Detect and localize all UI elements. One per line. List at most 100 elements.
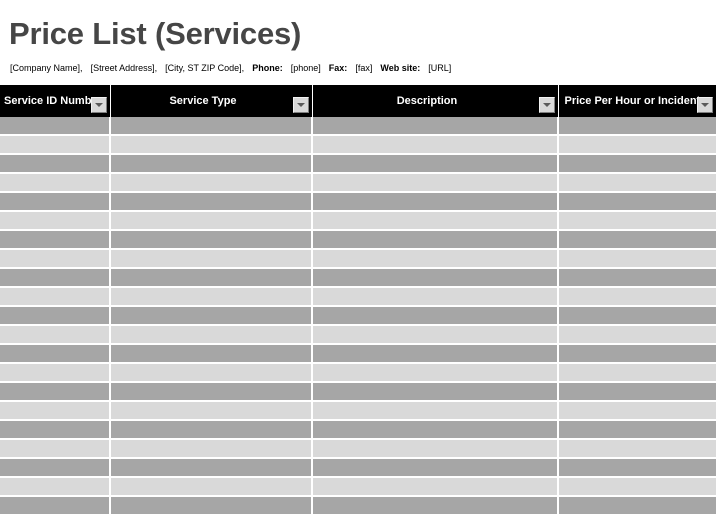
table-cell[interactable] bbox=[558, 401, 716, 421]
table-cell[interactable] bbox=[558, 230, 716, 250]
table-row[interactable] bbox=[0, 192, 716, 212]
table-cell[interactable] bbox=[0, 287, 111, 307]
table-row[interactable] bbox=[0, 420, 716, 440]
column-header-price[interactable]: Price Per Hour or Incident bbox=[558, 85, 716, 117]
table-cell[interactable] bbox=[312, 135, 559, 155]
chevron-down-icon-price[interactable] bbox=[697, 97, 713, 113]
table-cell[interactable] bbox=[110, 135, 313, 155]
table-cell[interactable] bbox=[312, 325, 559, 345]
chevron-down-icon-service-id[interactable] bbox=[90, 97, 107, 113]
table-cell[interactable] bbox=[110, 230, 313, 250]
table-cell[interactable] bbox=[558, 458, 716, 478]
table-cell[interactable] bbox=[110, 420, 313, 440]
table-row[interactable] bbox=[0, 458, 716, 478]
table-row[interactable] bbox=[0, 211, 716, 231]
table-cell[interactable] bbox=[558, 287, 716, 307]
table-cell[interactable] bbox=[312, 420, 559, 440]
column-header-service-id[interactable]: Service ID Number bbox=[0, 85, 111, 117]
table-cell[interactable] bbox=[558, 192, 716, 212]
table-cell[interactable] bbox=[558, 211, 716, 231]
table-cell[interactable] bbox=[110, 477, 313, 497]
table-row[interactable] bbox=[0, 117, 716, 136]
table-cell[interactable] bbox=[312, 496, 559, 516]
table-row[interactable] bbox=[0, 230, 716, 250]
table-cell[interactable] bbox=[558, 363, 716, 383]
table-cell[interactable] bbox=[558, 135, 716, 155]
table-cell[interactable] bbox=[0, 458, 111, 478]
table-cell[interactable] bbox=[0, 420, 111, 440]
table-cell[interactable] bbox=[312, 344, 559, 364]
table-row[interactable] bbox=[0, 496, 716, 516]
table-cell[interactable] bbox=[0, 211, 111, 231]
table-row[interactable] bbox=[0, 401, 716, 421]
table-cell[interactable] bbox=[0, 117, 111, 136]
table-cell[interactable] bbox=[312, 230, 559, 250]
table-cell[interactable] bbox=[312, 363, 559, 383]
table-cell[interactable] bbox=[558, 439, 716, 459]
table-cell[interactable] bbox=[312, 192, 559, 212]
table-cell[interactable] bbox=[110, 496, 313, 516]
table-cell[interactable] bbox=[312, 249, 559, 269]
table-cell[interactable] bbox=[110, 249, 313, 269]
table-cell[interactable] bbox=[110, 192, 313, 212]
table-cell[interactable] bbox=[0, 230, 111, 250]
table-cell[interactable] bbox=[0, 382, 111, 402]
table-cell[interactable] bbox=[558, 173, 716, 193]
column-header-service-type[interactable]: Service Type bbox=[110, 85, 313, 117]
table-cell[interactable] bbox=[312, 287, 559, 307]
table-cell[interactable] bbox=[0, 325, 111, 345]
table-cell[interactable] bbox=[0, 439, 111, 459]
table-cell[interactable] bbox=[110, 306, 313, 326]
table-row[interactable] bbox=[0, 135, 716, 155]
table-row[interactable] bbox=[0, 325, 716, 345]
table-cell[interactable] bbox=[558, 496, 716, 516]
table-cell[interactable] bbox=[0, 477, 111, 497]
table-cell[interactable] bbox=[312, 439, 559, 459]
table-cell[interactable] bbox=[110, 173, 313, 193]
table-row[interactable] bbox=[0, 306, 716, 326]
column-header-description[interactable]: Description bbox=[312, 85, 559, 117]
table-cell[interactable] bbox=[558, 268, 716, 288]
table-cell[interactable] bbox=[558, 154, 716, 174]
table-cell[interactable] bbox=[0, 401, 111, 421]
table-cell[interactable] bbox=[558, 382, 716, 402]
table-cell[interactable] bbox=[312, 117, 559, 136]
table-cell[interactable] bbox=[558, 249, 716, 269]
table-cell[interactable] bbox=[558, 117, 716, 136]
table-cell[interactable] bbox=[312, 401, 559, 421]
table-cell[interactable] bbox=[312, 477, 559, 497]
table-cell[interactable] bbox=[558, 325, 716, 345]
table-cell[interactable] bbox=[110, 401, 313, 421]
table-row[interactable] bbox=[0, 268, 716, 288]
table-cell[interactable] bbox=[110, 382, 313, 402]
table-cell[interactable] bbox=[110, 439, 313, 459]
table-row[interactable] bbox=[0, 154, 716, 174]
table-cell[interactable] bbox=[110, 268, 313, 288]
table-cell[interactable] bbox=[0, 192, 111, 212]
table-cell[interactable] bbox=[110, 363, 313, 383]
table-cell[interactable] bbox=[110, 117, 313, 136]
table-cell[interactable] bbox=[558, 306, 716, 326]
table-cell[interactable] bbox=[312, 154, 559, 174]
table-cell[interactable] bbox=[0, 306, 111, 326]
table-row[interactable] bbox=[0, 382, 716, 402]
table-cell[interactable] bbox=[558, 420, 716, 440]
table-cell[interactable] bbox=[312, 458, 559, 478]
table-row[interactable] bbox=[0, 439, 716, 459]
table-cell[interactable] bbox=[0, 154, 111, 174]
table-row[interactable] bbox=[0, 249, 716, 269]
table-row[interactable] bbox=[0, 287, 716, 307]
table-cell[interactable] bbox=[312, 268, 559, 288]
table-row[interactable] bbox=[0, 173, 716, 193]
table-cell[interactable] bbox=[0, 496, 111, 516]
table-cell[interactable] bbox=[0, 135, 111, 155]
table-cell[interactable] bbox=[312, 211, 559, 231]
table-cell[interactable] bbox=[0, 249, 111, 269]
table-cell[interactable] bbox=[110, 211, 313, 231]
table-cell[interactable] bbox=[110, 325, 313, 345]
table-row[interactable] bbox=[0, 344, 716, 364]
chevron-down-icon-service-type[interactable] bbox=[292, 97, 309, 113]
table-cell[interactable] bbox=[0, 268, 111, 288]
table-cell[interactable] bbox=[0, 363, 111, 383]
table-row[interactable] bbox=[0, 477, 716, 497]
